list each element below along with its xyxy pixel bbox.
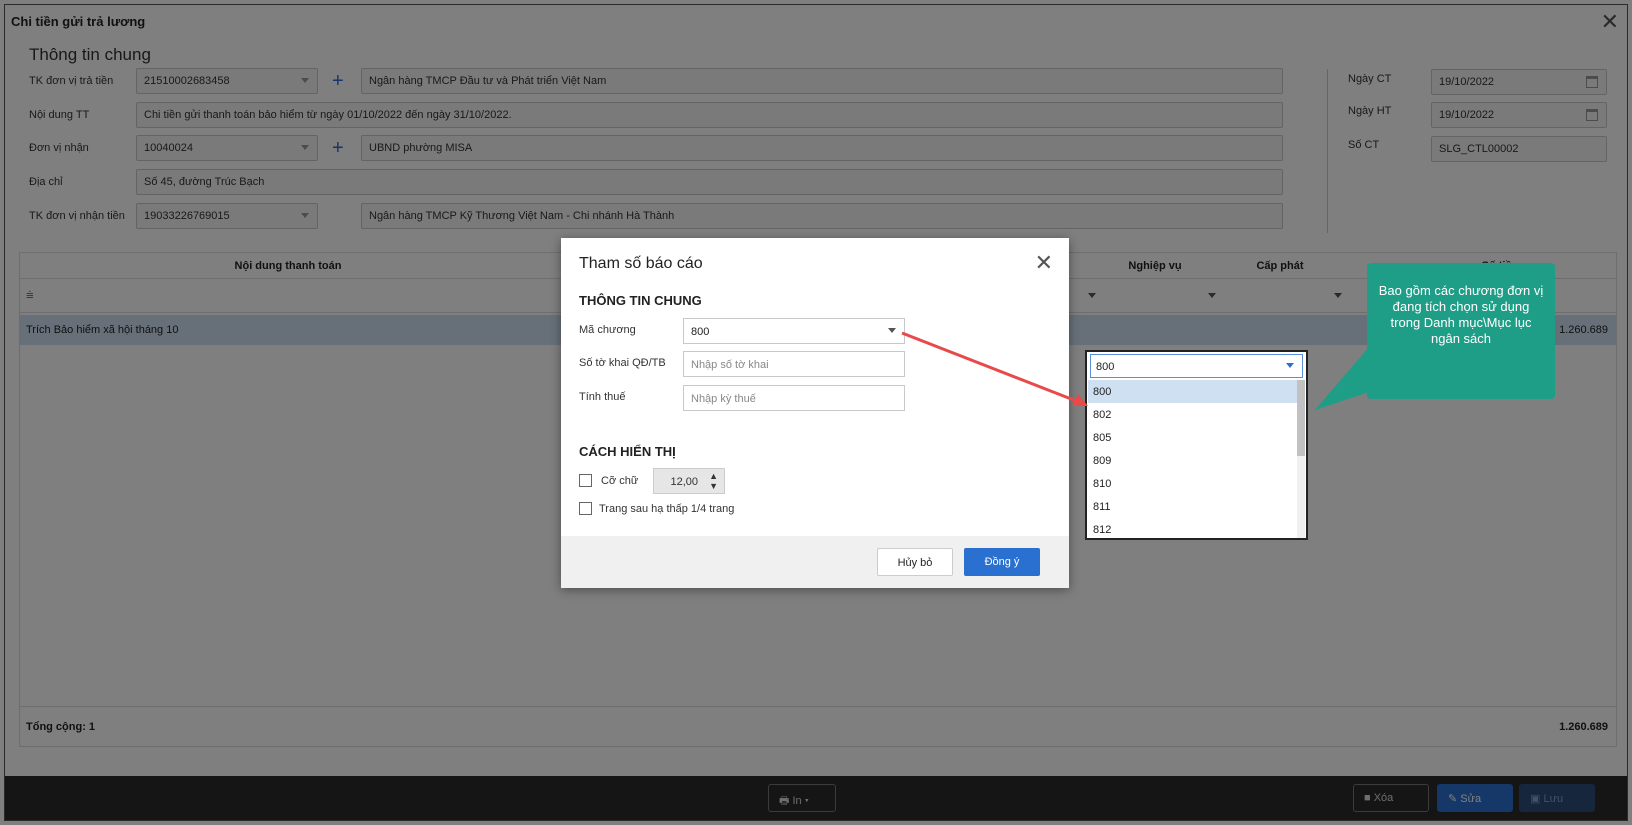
trang-sau-label: Trang sau hạ thấp 1/4 trang — [599, 503, 735, 515]
dropdown-scrollbar[interactable] — [1297, 380, 1305, 538]
trang-sau-checkbox[interactable] — [579, 502, 592, 515]
section-general: THÔNG TIN CHUNG — [579, 293, 702, 308]
section-display: CÁCH HIỂN THỊ — [579, 444, 676, 459]
dropdown-option[interactable]: 809 — [1088, 449, 1297, 472]
scrollbar-thumb[interactable] — [1297, 380, 1305, 456]
chevron-down-icon — [888, 328, 896, 333]
co-chu-label: Cỡ chữ — [601, 475, 639, 487]
tooltip-callout: Bao gồm các chương đơn vị đang tích chọn… — [1367, 263, 1555, 399]
dropdown-search-input[interactable]: 800 — [1090, 354, 1303, 378]
tinh-thue-label: Tính thuế — [579, 391, 626, 403]
dialog-close-icon[interactable]: ✕ — [1035, 250, 1053, 276]
ma-chuong-dropdown: 800 800 802 805 809 810 811 812 — [1085, 350, 1308, 540]
dropdown-option[interactable]: 800 — [1088, 380, 1297, 403]
dropdown-option[interactable]: 805 — [1088, 426, 1297, 449]
ma-chuong-select[interactable]: 800 — [683, 318, 905, 344]
dialog-title: Tham số báo cáo — [579, 255, 703, 272]
co-chu-stepper[interactable]: 12,00 ▲ ▼ — [653, 468, 725, 494]
co-chu-checkbox[interactable] — [579, 474, 592, 487]
chevron-down-icon — [1286, 363, 1294, 368]
dropdown-option[interactable]: 811 — [1088, 495, 1297, 518]
tinh-thue-input[interactable]: Nhập kỳ thuế — [683, 385, 905, 411]
so-to-khai-label: Số tờ khai QĐ/TB — [579, 357, 666, 369]
dropdown-option[interactable]: 802 — [1088, 403, 1297, 426]
dropdown-option[interactable]: 812 — [1088, 518, 1297, 538]
ma-chuong-value: 800 — [691, 326, 710, 338]
stepper-arrows-icon[interactable]: ▲ ▼ — [709, 471, 718, 491]
dropdown-option[interactable]: 810 — [1088, 472, 1297, 495]
so-to-khai-input[interactable]: Nhập số tờ khai — [683, 351, 905, 377]
dialog-footer: Hủy bỏ Đồng ý — [561, 536, 1069, 588]
co-chu-value: 12,00 — [670, 476, 698, 488]
cancel-button[interactable]: Hủy bỏ — [877, 548, 953, 576]
report-params-dialog: Tham số báo cáo ✕ THÔNG TIN CHUNG Mã chư… — [561, 238, 1069, 588]
ok-button[interactable]: Đồng ý — [964, 548, 1040, 576]
dropdown-value: 800 — [1096, 361, 1115, 373]
ma-chuong-label: Mã chương — [579, 324, 636, 336]
